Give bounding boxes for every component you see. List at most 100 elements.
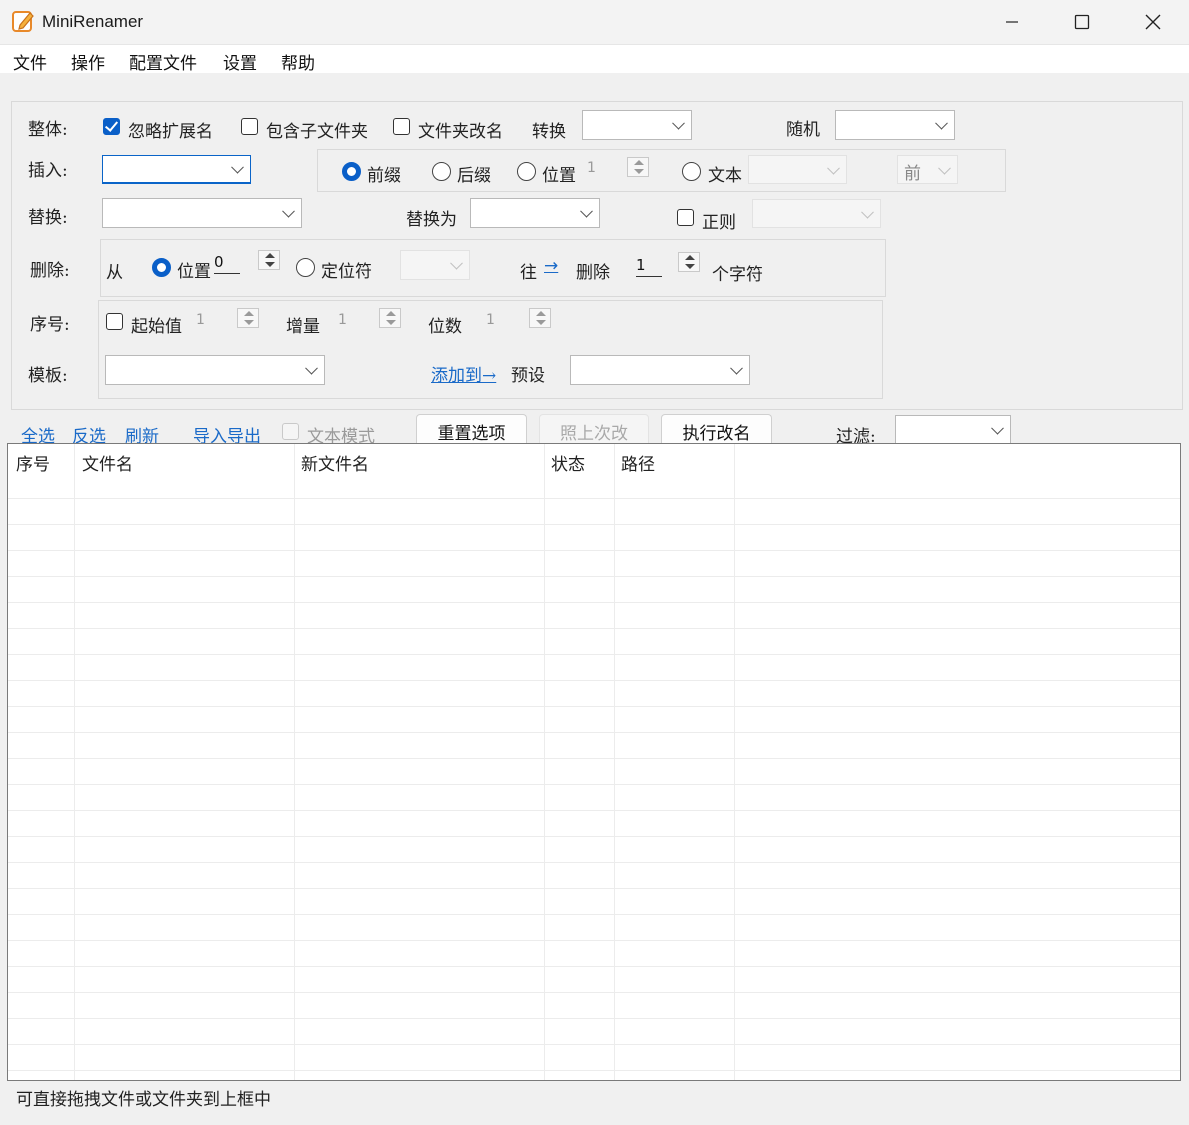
random-select[interactable] (835, 110, 955, 140)
insert-suffix-radio[interactable] (432, 162, 451, 181)
table-row (8, 836, 1180, 837)
filter-select[interactable] (895, 415, 1011, 445)
table-row (8, 888, 1180, 889)
maximize-button[interactable] (1047, 0, 1117, 44)
insert-prefix-label: 前缀 (367, 166, 401, 186)
sequence-digits-value[interactable]: 1 (486, 312, 510, 332)
sequence-digits-spinner[interactable] (529, 308, 551, 328)
ignore-ext-checkbox[interactable] (103, 118, 120, 135)
insert-input[interactable] (102, 155, 251, 184)
table-row (8, 784, 1180, 785)
chevron-down-icon (450, 256, 463, 270)
insert-text-radio[interactable] (682, 162, 701, 181)
table-row (8, 706, 1180, 707)
random-label: 随机 (786, 120, 820, 140)
sequence-start-value[interactable]: 1 (196, 312, 220, 332)
table-row (8, 498, 1180, 499)
file-list-table[interactable]: 序号 文件名 新文件名 状态 路径 (7, 443, 1181, 1081)
menu-help[interactable]: 帮助 (281, 49, 315, 74)
close-icon (1145, 14, 1161, 30)
table-row (8, 966, 1180, 967)
chevron-down-icon (938, 161, 951, 175)
table-row (8, 628, 1180, 629)
include-subfolders-label: 包含子文件夹 (266, 122, 368, 142)
delete-position-spinner[interactable] (258, 250, 280, 270)
table-row (8, 758, 1180, 759)
insert-suffix-label: 后缀 (457, 166, 491, 186)
column-divider (294, 444, 295, 1080)
app-pencil-icon (12, 9, 34, 33)
table-row (8, 1018, 1180, 1019)
insert-position-value[interactable]: 1 (587, 160, 609, 180)
table-row (8, 550, 1180, 551)
menu-profile[interactable]: 配置文件 (129, 49, 197, 74)
insert-position-radio[interactable] (517, 162, 536, 181)
rename-folders-label: 文件夹改名 (418, 122, 503, 142)
regex-checkbox[interactable] (677, 209, 694, 226)
table-row (8, 680, 1180, 681)
delete-chars-label: 个字符 (712, 265, 763, 285)
maximize-icon (1074, 14, 1090, 30)
delete-label: 删除: (30, 261, 70, 281)
text-mode-checkbox[interactable] (282, 423, 299, 440)
table-row (8, 1044, 1180, 1045)
delete-position-radio[interactable] (152, 258, 171, 277)
menu-file[interactable]: 文件 (13, 49, 47, 74)
replace-label: 替换: (28, 208, 68, 228)
whole-label: 整体: (28, 120, 68, 140)
sequence-digits-label: 位数 (428, 317, 462, 337)
ignore-ext-label: 忽略扩展名 (128, 122, 213, 142)
close-button[interactable] (1118, 0, 1188, 44)
insert-prefix-radio[interactable] (342, 162, 361, 181)
insert-side-select[interactable]: 前 (897, 155, 958, 184)
column-divider (544, 444, 545, 1080)
column-header-filename[interactable]: 文件名 (82, 450, 133, 475)
sequence-increment-value[interactable]: 1 (338, 312, 362, 332)
table-row (8, 940, 1180, 941)
minimize-icon (1006, 21, 1018, 23)
add-to-preset-link[interactable]: 添加到→ (431, 361, 496, 386)
table-row (8, 810, 1180, 811)
chevron-down-icon (580, 204, 593, 218)
replace-with-input[interactable] (470, 198, 600, 228)
table-row (8, 602, 1180, 603)
column-header-status[interactable]: 状态 (551, 450, 585, 475)
delete-count-value[interactable]: 1 (636, 256, 662, 277)
chevron-down-icon (231, 160, 244, 174)
replace-input[interactable] (102, 198, 302, 228)
sequence-start-label: 起始值 (131, 317, 182, 337)
minimize-button[interactable] (977, 0, 1047, 44)
menu-operation[interactable]: 操作 (71, 49, 105, 74)
column-header-index[interactable]: 序号 (16, 450, 50, 475)
delete-position-value[interactable]: 0 (214, 253, 240, 274)
menu-bar: 文件 操作 配置文件 设置 帮助 (0, 45, 1189, 74)
preset-select[interactable] (570, 355, 750, 385)
delete-locator-radio[interactable] (296, 258, 315, 277)
sequence-start-checkbox[interactable] (106, 313, 123, 330)
replace-with-label: 替换为 (406, 210, 457, 230)
rename-folders-checkbox[interactable] (393, 118, 410, 135)
chevron-down-icon (282, 204, 295, 218)
table-row (8, 576, 1180, 577)
delete-direction-toggle[interactable]: → (544, 256, 558, 276)
menu-settings[interactable]: 设置 (223, 49, 257, 74)
column-header-path[interactable]: 路径 (621, 450, 655, 475)
window-title: MiniRenamer (42, 12, 144, 31)
preset-label: 预设 (511, 366, 545, 386)
column-header-new-filename[interactable]: 新文件名 (301, 450, 369, 475)
chevron-down-icon (730, 361, 743, 375)
delete-count-spinner[interactable] (678, 252, 700, 272)
sequence-start-spinner[interactable] (237, 308, 259, 328)
convert-select[interactable] (582, 110, 692, 140)
table-row (8, 1070, 1180, 1071)
regex-select[interactable] (752, 199, 881, 228)
include-subfolders-checkbox[interactable] (241, 118, 258, 135)
template-input[interactable] (105, 355, 325, 385)
table-row (8, 732, 1180, 733)
chevron-down-icon (991, 421, 1004, 435)
delete-locator-select[interactable] (400, 250, 470, 280)
sequence-increment-spinner[interactable] (379, 308, 401, 328)
insert-text-select[interactable] (748, 155, 847, 184)
sequence-label: 序号: (30, 315, 70, 335)
insert-position-spinner[interactable] (627, 157, 649, 177)
